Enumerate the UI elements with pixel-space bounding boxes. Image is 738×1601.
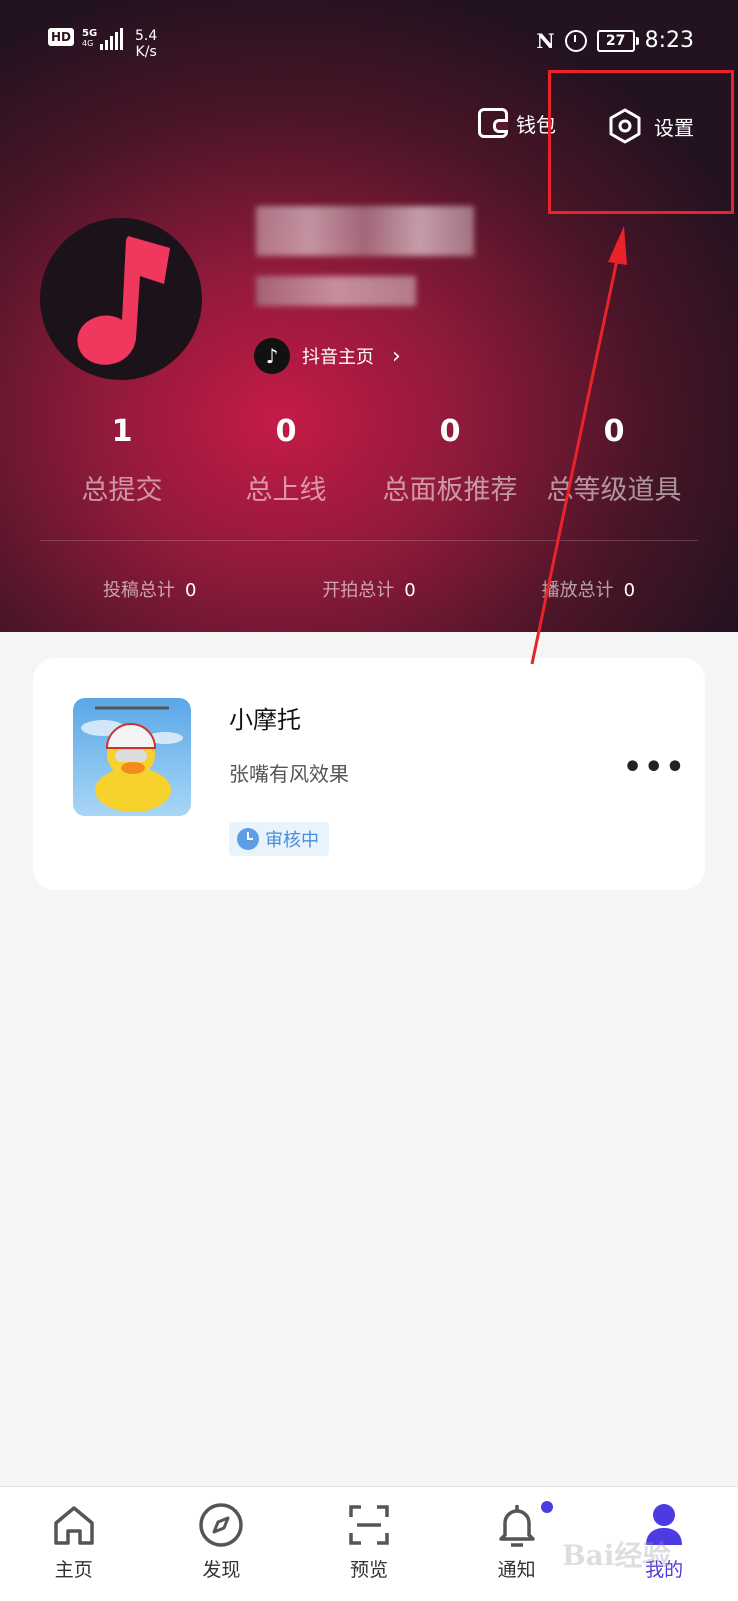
scan-icon (349, 1505, 389, 1545)
tab-preview[interactable]: 预览 (295, 1487, 443, 1601)
home-icon (54, 1506, 94, 1545)
compass-icon (199, 1503, 244, 1547)
duck-image (81, 706, 183, 812)
status-badge: 审核中 (229, 822, 329, 856)
annotation-arrow (530, 226, 627, 665)
tab-home[interactable]: 主页 (0, 1487, 148, 1601)
more-options-button[interactable]: ••• (623, 750, 687, 785)
effect-thumbnail (73, 698, 191, 816)
notification-dot (540, 1501, 553, 1513)
effect-title: 小摩托 (229, 706, 301, 734)
tab-discover[interactable]: 发现 (148, 1487, 296, 1601)
bell-icon (498, 1505, 535, 1547)
effect-description: 张嘴有风效果 (229, 762, 349, 786)
clock-icon (237, 828, 259, 850)
baidu-watermark: Bai经验 (562, 1539, 671, 1572)
